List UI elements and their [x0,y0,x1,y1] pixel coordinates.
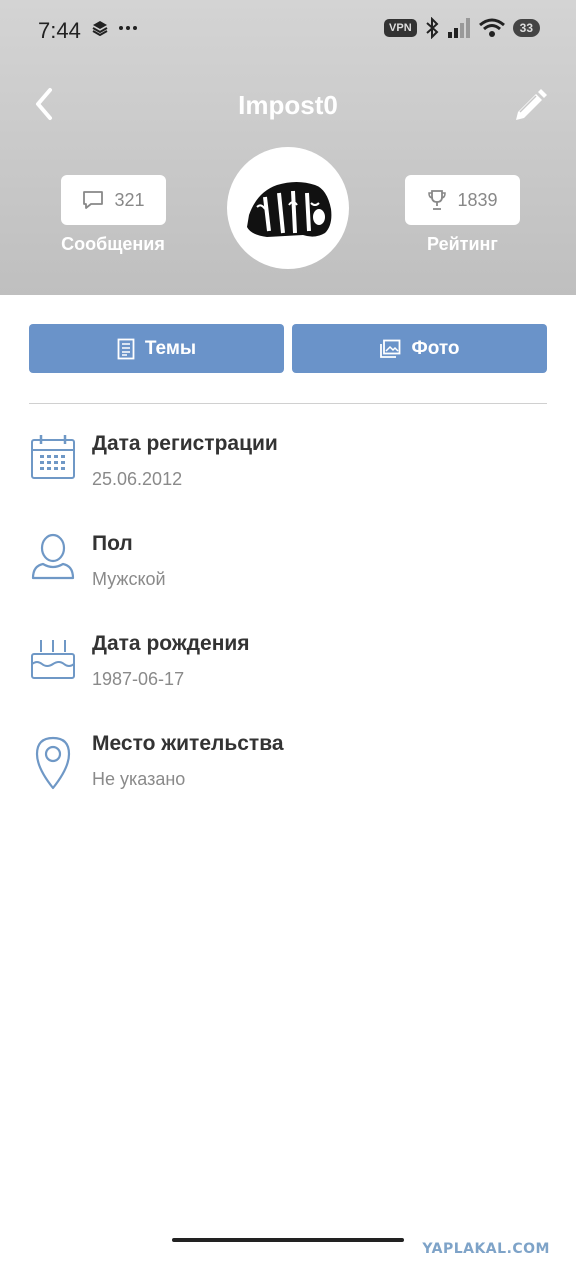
location-pin-icon [35,736,71,790]
edit-pencil-icon[interactable] [512,86,548,122]
rating-label: Рейтинг [427,234,498,254]
status-bar: 7:44 VPN 33 [0,0,576,60]
info-label: Дата рождения [92,632,250,655]
photo-label: Фото [411,337,460,359]
home-indicator[interactable] [172,1238,404,1242]
info-gender: Пол Мужской [29,532,547,602]
photo-gallery-icon [380,339,401,358]
calendar-icon [31,435,75,479]
info-label: Пол [92,532,133,555]
messages-count-box[interactable]: 321 [61,175,166,225]
status-time: 7:44 [38,18,81,43]
messages-label: Сообщения [61,234,165,254]
wifi-icon [478,18,505,37]
avatar-image [247,182,332,237]
message-bubble-icon [83,191,104,209]
profile-header: 7:44 VPN 33 Impost0 321 Сообщения 1839 Р [0,0,576,295]
topics-button[interactable]: Темы [29,324,284,373]
watermark: YAPLAKAL.COM [422,1241,550,1257]
document-icon [117,338,135,359]
info-registration-date: Дата регистрации 25.06.2012 [29,432,547,502]
battery-indicator: 33 [512,19,540,37]
birthday-cake-icon [31,640,75,679]
bluetooth-icon [425,17,439,39]
rating-value: 1839 [457,189,498,210]
info-value: Не указано [92,769,186,789]
page-title: Impost0 [238,90,338,120]
messages-count: 321 [114,189,145,210]
layers-icon [92,21,108,36]
person-icon [31,533,75,580]
divider [29,403,547,404]
info-value: 1987-06-17 [92,669,185,689]
info-residence: Место жительства Не указано [29,732,547,802]
topics-label: Темы [144,337,197,359]
info-value: 25.06.2012 [92,469,183,489]
avatar[interactable] [227,147,349,269]
photo-button[interactable]: Фото [292,324,547,373]
vpn-badge: VPN [384,19,417,37]
trophy-icon [428,190,447,210]
rating-box[interactable]: 1839 [405,175,520,225]
info-label: Место жительства [92,732,284,755]
more-dots-icon [119,26,137,30]
signal-icon [447,18,470,38]
info-value: Мужской [92,569,166,589]
info-label: Дата регистрации [92,432,278,455]
info-birth-date: Дата рождения 1987-06-17 [29,632,547,702]
